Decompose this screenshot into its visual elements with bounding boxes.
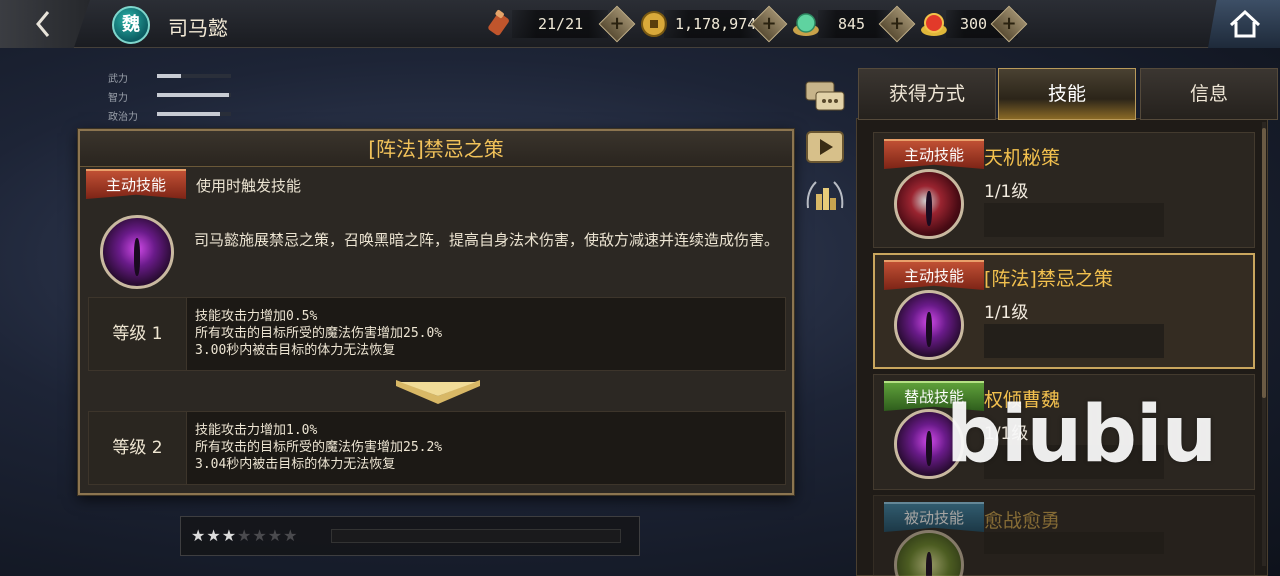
hero-name: 司马懿 [168,16,228,40]
skill-icon [100,215,174,289]
copper-value: 1,178,974 [675,15,757,33]
star-icon: ★ [221,526,238,545]
plus-icon: + [609,13,625,34]
home-icon [1229,9,1261,38]
stat-label-intellect: 智力 [108,93,128,104]
star-rating: ★★★★★★★ [191,526,298,545]
skill-card-selected[interactable]: 主动技能 [阵法]禁忌之策 1/1级 [873,253,1255,369]
skill-level: 1/1级 [984,303,1029,323]
star-icon: ★ [252,526,268,545]
tab-skills[interactable]: 技能 [998,68,1136,120]
skill-name: 天机秘策 [984,147,1061,169]
skill-icon [894,169,964,239]
stat-fill-force [157,74,181,78]
stat-fill-intellect [157,93,229,97]
skill-card[interactable]: 被动技能 愈战愈勇 [873,495,1255,576]
scrollbar-thumb[interactable] [1262,128,1266,398]
level-effect-line: 所有攻击的目标所受的魔法伤害增加25.0% [195,326,443,341]
skill-upgrade-slot [984,203,1164,237]
skill-name: 愈战愈勇 [984,510,1061,532]
stat-bar-politics [157,112,231,116]
scroll-icon [488,10,509,36]
home-button[interactable] [1208,0,1280,48]
level-row: 等级 2 技能攻击力增加1.0% 所有攻击的目标所受的魔法伤害增加25.2% 3… [88,411,786,485]
stat-bar-intellect [157,93,231,97]
skill-type-ribbon: 主动技能 [884,139,984,169]
stamina-value: 21/21 [538,15,584,33]
level-effects: 技能攻击力增加1.0% 所有攻击的目标所受的魔法伤害增加25.2% 3.04秒内… [195,422,442,473]
skill-type-ribbon: 被动技能 [884,502,984,532]
stat-fill-politics [157,112,220,116]
level-row: 等级 1 技能攻击力增加0.5% 所有攻击的目标所受的魔法伤害增加25.0% 3… [88,297,786,371]
tab-acquire[interactable]: 获得方式 [858,68,996,120]
stat-bar-force [157,74,231,78]
chat-icon[interactable] [804,80,846,114]
plus-icon: + [889,13,905,34]
skill-type-description: 使用时触发技能 [196,177,302,195]
skill-upgrade-slot [984,532,1164,554]
plus-icon: + [1001,13,1017,34]
chevron-down-icon[interactable] [396,380,480,406]
plus-icon: + [761,13,777,34]
level-effect-line: 技能攻击力增加0.5% [195,309,318,324]
star-icon: ★ [206,526,222,545]
ranking-icon[interactable] [804,178,846,218]
level-effect-line: 技能攻击力增加1.0% [195,423,318,438]
skill-upgrade-slot [984,324,1164,358]
skill-detail-popup: [阵法]禁忌之策 主动技能 使用时触发技能 司马懿施展禁忌之策，召唤黑暗之阵，提… [78,129,794,495]
star-icon: ★ [267,526,284,545]
stat-label-politics: 政治力 [108,112,138,123]
star-icon: ★ [283,526,299,545]
skill-icon [894,530,964,576]
faction-badge: 魏 [112,6,150,44]
level-effect-line: 所有攻击的目标所受的魔法伤害增加25.2% [195,440,443,455]
skill-name: [阵法]禁忌之策 [984,268,1113,290]
skill-card[interactable]: 主动技能 天机秘策 1/1级 [873,132,1255,248]
level-effect-line: 3.04秒内被击目标的体力无法恢复 [195,457,396,472]
stat-label-force: 武力 [108,74,128,85]
play-video-icon[interactable] [804,130,846,164]
skill-level: 1/1级 [984,182,1029,202]
star-progress-track [331,529,621,543]
level-label: 等级 2 [89,412,187,484]
level-effects: 技能攻击力增加0.5% 所有攻击的目标所受的魔法伤害增加25.0% 3.00秒内… [195,308,442,359]
star-icon: ★ [237,526,253,545]
level-label: 等级 1 [89,298,187,370]
jade-value: 845 [838,15,866,33]
tab-info[interactable]: 信息 [1140,68,1278,120]
skill-type-ribbon: 主动技能 [884,260,984,290]
star-icon: ★ [191,526,207,545]
chevron-left-icon [36,11,50,37]
popup-title: [阵法]禁忌之策 [80,131,792,167]
star-rating-bar: ★★★★★★★ [180,516,640,556]
level-effect-line: 3.00秒内被击目标的体力无法恢复 [195,343,396,358]
skill-description: 司马懿施展禁忌之策，召唤黑暗之阵，提高自身法术伤害，使敌方减速并连续造成伤害。 [194,231,780,249]
skill-icon [894,290,964,360]
gold-value: 300 [960,15,988,33]
watermark-logo: biubiu [946,390,1217,480]
skill-type-ribbon: 主动技能 [86,169,186,199]
